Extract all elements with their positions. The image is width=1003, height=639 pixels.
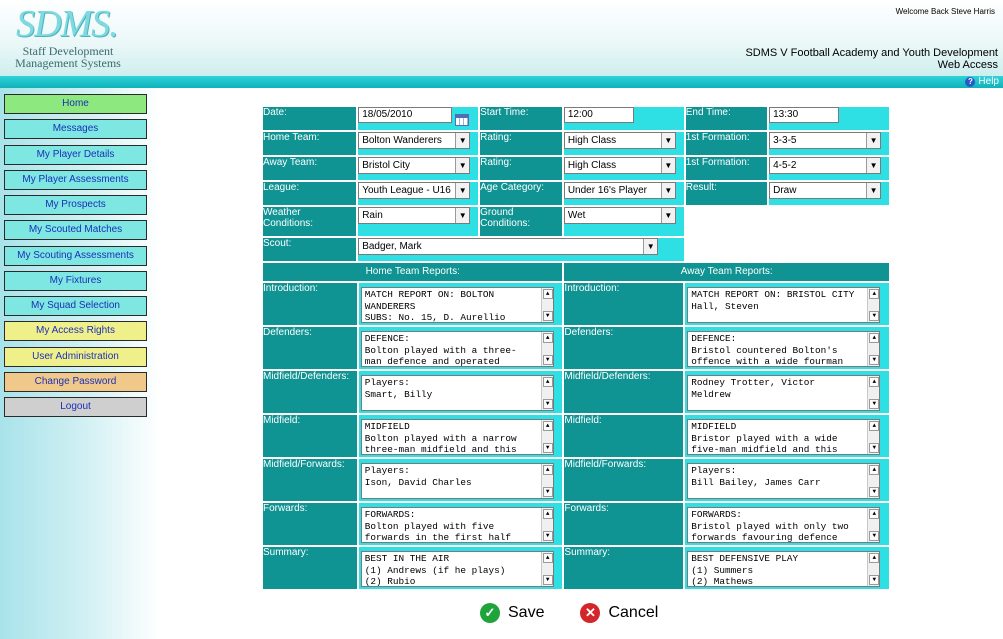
- nav-my-scouted-matches[interactable]: My Scouted Matches: [4, 220, 147, 241]
- nav-my-player-assessments[interactable]: My Player Assessments: [4, 169, 147, 190]
- away-defenders-label: Defenders:: [564, 327, 684, 369]
- league-label: League:: [263, 182, 357, 205]
- nav-messages[interactable]: Messages: [4, 119, 147, 140]
- logo-subtitle-line-2: Management Systems: [15, 56, 121, 70]
- midfield-label: Midfield:: [263, 415, 357, 457]
- sidebar-nav: Home Messages My Player Details My Playe…: [4, 94, 147, 422]
- away-midfield-forwards-textarea[interactable]: Players: Bill Bailey, James Carr ▲ ▼: [687, 463, 881, 499]
- header-bar: ? Help: [0, 76, 1003, 88]
- checkmark-icon: ✓: [480, 603, 500, 623]
- away-rating-select[interactable]: High Class ▼: [563, 157, 676, 174]
- away-team-select[interactable]: Bristol City ▼: [358, 157, 471, 174]
- home-introduction-textarea[interactable]: MATCH REPORT ON: BOLTON WANDERERS SUBS: …: [360, 287, 554, 323]
- app-title-line-2: Web Access: [937, 59, 998, 71]
- home-forwards-textarea[interactable]: FORWARDS: Bolton played with five forwar…: [360, 507, 554, 543]
- age-category-label: Age Category:: [480, 182, 562, 205]
- start-time-input[interactable]: 12:00: [563, 107, 634, 123]
- away-midfield-forwards-label: Midfield/Forwards:: [564, 459, 684, 501]
- end-time-input[interactable]: 13:30: [769, 107, 840, 123]
- away-forwards-label: Forwards:: [564, 503, 684, 545]
- date-label: Date:: [263, 107, 357, 130]
- away-midfield-textarea[interactable]: MIDFIELD Bristor played with a wide five…: [687, 419, 881, 455]
- cancel-button[interactable]: ✕ Cancel: [580, 603, 658, 623]
- app-title: SDMS V Football Academy and Youth Develo…: [745, 47, 998, 71]
- midfield-forwards-label: Midfield/Forwards:: [263, 459, 357, 501]
- away-summary-label: Summary:: [564, 547, 684, 589]
- forwards-label: Forwards:: [263, 503, 357, 545]
- nav-my-scouting-assessments[interactable]: My Scouting Assessments: [4, 245, 147, 266]
- home-formation-select[interactable]: 3-3-5 ▼: [769, 132, 882, 149]
- away-defenders-textarea[interactable]: DEFENCE: Bristol countered Bolton's offe…: [687, 331, 881, 367]
- close-icon: ✕: [580, 603, 601, 623]
- nav-my-player-details[interactable]: My Player Details: [4, 144, 147, 165]
- ground-conditions-label: Ground Conditions:: [480, 207, 562, 236]
- home-reports-header: Home Team Reports:: [263, 263, 563, 281]
- away-midfield-defenders-label: Midfield/Defenders:: [564, 371, 684, 413]
- nav-my-squad-selection[interactable]: My Squad Selection: [4, 296, 147, 316]
- away-introduction-textarea[interactable]: MATCH REPORT ON: BRISTOL CITY Hall, Stev…: [687, 287, 881, 323]
- league-select[interactable]: Youth League - U16 ▼: [358, 182, 471, 199]
- home-midfield-forwards-textarea[interactable]: Players: Ison, David Charles ▲ ▼: [360, 463, 554, 499]
- nav-logout[interactable]: Logout: [4, 397, 147, 417]
- home-rating-select[interactable]: High Class ▼: [563, 132, 676, 149]
- away-formation-select[interactable]: 4-5-2 ▼: [769, 157, 882, 174]
- away-midfield-defenders-textarea[interactable]: Rodney Trotter, Victor Meldrew ▲ ▼: [687, 375, 881, 411]
- logo-subtitle: Staff Development Management Systems: [8, 45, 128, 69]
- midfield-defenders-label: Midfield/Defenders:: [263, 371, 357, 413]
- away-midfield-label: Midfield:: [564, 415, 684, 457]
- home-rating-label: Rating:: [480, 132, 562, 155]
- end-time-label: End Time:: [685, 107, 768, 130]
- nav-my-fixtures[interactable]: My Fixtures: [4, 270, 147, 291]
- away-forwards-textarea[interactable]: FORWARDS: Bristol played with only two f…: [687, 507, 881, 543]
- away-team-label: Away Team:: [263, 157, 357, 180]
- form-actions: ✓ Save ✕ Cancel: [480, 603, 658, 623]
- result-label: Result:: [685, 182, 768, 205]
- defenders-label: Defenders:: [263, 327, 357, 369]
- home-defenders-textarea[interactable]: DEFENCE: Bolton played with a three- man…: [360, 331, 554, 367]
- scout-select[interactable]: Badger, Mark ▼: [358, 238, 659, 255]
- home-team-label: Home Team:: [263, 132, 357, 155]
- match-details-table: Date: 18/05/2010 Start Time: 12:00 End T…: [261, 105, 891, 263]
- calendar-icon[interactable]: [455, 114, 470, 127]
- nav-my-access-rights[interactable]: My Access Rights: [4, 321, 147, 342]
- date-input[interactable]: 18/05/2010: [358, 107, 453, 123]
- age-category-select[interactable]: Under 16's Player ▼: [563, 182, 676, 199]
- nav-change-password[interactable]: Change Password: [4, 371, 147, 392]
- home-midfield-defenders-textarea[interactable]: Players: Smart, Billy ▲ ▼: [360, 375, 554, 411]
- result-select[interactable]: Draw ▼: [769, 182, 882, 199]
- save-button[interactable]: ✓ Save: [480, 603, 544, 623]
- help-icon: ?: [965, 77, 976, 87]
- cancel-label: Cancel: [608, 604, 659, 621]
- weather-label: Weather Conditions:: [263, 207, 357, 236]
- start-time-label: Start Time:: [480, 107, 562, 130]
- match-report-form: Date: 18/05/2010 Start Time: 12:00 End T…: [261, 105, 891, 593]
- home-team-select[interactable]: Bolton Wanderers ▼: [358, 132, 471, 149]
- home-summary-textarea[interactable]: BEST IN THE AIR (1) Andrews (if he plays…: [360, 551, 554, 587]
- introduction-label: Introduction:: [263, 283, 357, 325]
- scout-label: Scout:: [263, 238, 357, 261]
- nav-home[interactable]: Home: [4, 94, 147, 114]
- header: SDMS. Staff Development Management Syste…: [0, 0, 1003, 76]
- help-label: Help: [978, 76, 999, 87]
- reports-table: Home Team Reports: Away Team Reports: In…: [261, 261, 891, 591]
- help-link[interactable]: ? Help: [965, 76, 999, 88]
- home-midfield-textarea[interactable]: MIDFIELD Bolton played with a narrow thr…: [360, 419, 554, 455]
- logo: SDMS.: [16, 3, 119, 45]
- away-rating-label: Rating:: [480, 157, 562, 180]
- weather-select[interactable]: Rain ▼: [358, 207, 471, 224]
- nav-user-administration[interactable]: User Administration: [4, 346, 147, 367]
- away-reports-header: Away Team Reports:: [564, 263, 889, 281]
- away-formation-label: 1st Formation:: [685, 157, 768, 180]
- nav-my-prospects[interactable]: My Prospects: [4, 195, 147, 215]
- ground-conditions-select[interactable]: Wet ▼: [563, 207, 676, 224]
- home-formation-label: 1st Formation:: [685, 132, 768, 155]
- away-introduction-label: Introduction:: [564, 283, 684, 325]
- welcome-message: Welcome Back Steve Harris: [895, 7, 995, 16]
- save-label: Save: [508, 604, 545, 621]
- summary-label: Summary:: [263, 547, 357, 589]
- app-title-line-1: SDMS V Football Academy and Youth Develo…: [745, 47, 998, 59]
- away-summary-textarea[interactable]: BEST DEFENSIVE PLAY (1) Summers (2) Math…: [687, 551, 881, 587]
